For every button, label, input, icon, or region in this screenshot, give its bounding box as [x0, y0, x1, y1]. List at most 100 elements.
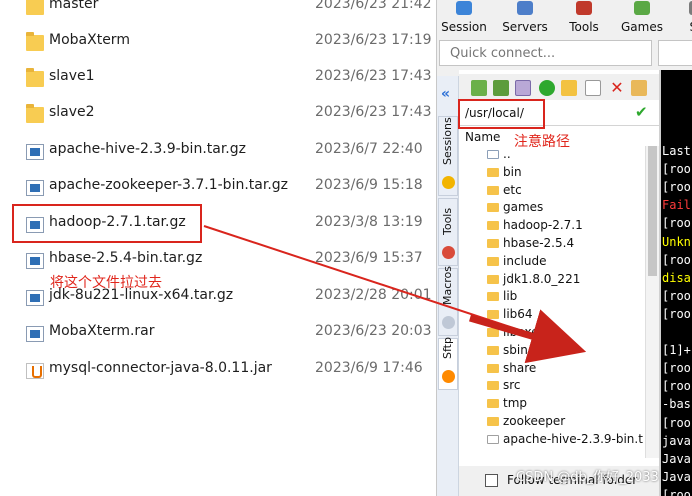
folder-icon	[487, 239, 499, 248]
scrollbar-thumb[interactable]	[648, 146, 657, 276]
name-column-header[interactable]: Name	[465, 130, 500, 144]
menu-label: Servers	[502, 20, 548, 34]
tab-sessions[interactable]: Sessions	[438, 116, 458, 196]
file-row[interactable]: apache-zookeeper-3.7.1-bin.tar.gz 2023/6/…	[0, 170, 436, 206]
remote-item-name: hbase-2.5.4	[503, 236, 575, 250]
terminal-line: [roo	[662, 306, 691, 321]
file-date: 2023/6/23 21:42	[315, 0, 432, 12]
remote-item-name: tmp	[503, 396, 528, 411]
folder-icon	[487, 167, 499, 177]
menu-bar: Session Servers Tools Games Se	[437, 0, 692, 38]
file-date: 2023/6/23 17:43	[315, 68, 432, 84]
terminal-line: Last	[662, 144, 691, 158]
terminal-divider[interactable]	[659, 70, 661, 496]
folder-icon	[26, 104, 44, 123]
sftp-scrollbar[interactable]	[645, 146, 659, 458]
folder-icon	[26, 68, 44, 87]
file-date: 2023/6/7 22:40	[315, 141, 423, 157]
hadoop-highlight-box	[12, 204, 202, 243]
macros-icon	[442, 316, 455, 329]
tab-sftp[interactable]: Sftp	[438, 337, 458, 390]
menu-session[interactable]: Session	[436, 0, 492, 38]
jar-icon	[26, 363, 44, 379]
remote-item-name: apache-hive-2.3.9-bin.tar.	[503, 431, 643, 446]
menu-label: Tools	[569, 20, 599, 34]
tab-macros[interactable]: Macros	[438, 265, 458, 336]
path-confirm-icon[interactable]: ✔	[635, 103, 648, 121]
file-name: apache-zookeeper-3.7.1-bin.tar.gz	[49, 177, 289, 193]
folder-icon	[487, 328, 499, 337]
vertical-tab-strip: « Sessions Tools Macros Sftp	[437, 76, 459, 496]
file-row[interactable]: slave1 2023/6/23 17:43	[0, 61, 436, 97]
folder-icon	[487, 417, 499, 426]
file-row[interactable]: slave2 2023/6/23 17:43	[0, 97, 436, 133]
remote-item-name: include	[503, 253, 547, 268]
remote-item-name: share	[503, 360, 537, 375]
remote-item-name: jdk1.8.0_221	[503, 271, 581, 286]
file-date: 2023/6/9 15:18	[315, 177, 423, 193]
terminal-line: [roo	[662, 361, 691, 376]
folder-icon	[487, 310, 499, 320]
terminal-line: disa	[662, 270, 691, 285]
file-name: mysql-connector-java-8.0.11.jar	[49, 360, 272, 376]
archive-icon	[26, 253, 44, 269]
remote-item-name: zookeeper	[503, 414, 566, 428]
file-row[interactable]: mysql-connector-java-8.0.11.jar 2023/6/9 …	[0, 353, 436, 389]
folder-icon	[487, 292, 499, 302]
menu-label: Games	[621, 20, 663, 34]
file-date: 2023/6/23 20:03	[315, 323, 432, 339]
tools-icon	[442, 246, 455, 259]
file-row[interactable]: MobaXterm.rar 2023/6/23 20:03	[0, 316, 436, 352]
tab-label: Tools	[441, 207, 454, 235]
terminal-line: [roo	[662, 180, 691, 195]
new-file-icon[interactable]	[585, 80, 601, 96]
upload-icon[interactable]	[471, 80, 487, 96]
folder-icon	[487, 381, 499, 391]
servers-icon	[517, 1, 533, 15]
menu-label: Session	[441, 20, 487, 34]
file-row[interactable]: MobaXterm 2023/6/23 17:19	[0, 25, 436, 61]
file-name: master	[49, 0, 99, 12]
menu-games[interactable]: Games	[614, 0, 670, 38]
refresh-icon[interactable]	[539, 80, 555, 96]
terminal-line: [roo	[662, 379, 691, 394]
file-name: slave1	[49, 68, 95, 84]
collapse-sidebar-icon[interactable]: «	[441, 86, 450, 102]
archive-icon	[26, 290, 44, 306]
terminal-line: [1]+	[662, 343, 691, 358]
menu-se[interactable]: Se	[669, 0, 692, 38]
terminal-line: java	[662, 433, 691, 448]
folder-icon	[487, 363, 499, 373]
tab-label: Sessions	[441, 117, 454, 165]
follow-terminal-checkbox[interactable]	[485, 474, 498, 487]
remote-item-name: hadoop-2.7.1	[503, 218, 583, 233]
file-name: hbase-2.5.4-bin.tar.gz	[49, 250, 203, 266]
menu-tools[interactable]: Tools	[556, 0, 612, 38]
remote-file-list: .. bin etc games hadoop-2.7.1 hbase-2.5.4 incl…	[459, 146, 643, 458]
terminal-panel[interactable]: Last [roo [roo Fail [roo Unkn [roo disa [roo [roo…	[659, 70, 692, 496]
tab-label: Macros	[441, 265, 454, 305]
delete-icon[interactable]: ✕	[609, 80, 625, 96]
sftp-toolbar: ✕	[459, 74, 659, 102]
archive-icon	[26, 144, 44, 160]
tab-tools[interactable]: Tools	[438, 198, 458, 266]
file-date: 2023/6/23 17:43	[315, 104, 432, 120]
terminal-line: [roo	[662, 487, 691, 496]
file-row[interactable]: master 2023/6/23 21:42	[0, 0, 436, 25]
new-folder-icon[interactable]	[561, 80, 577, 96]
terminal-line: Fail	[662, 198, 691, 213]
remote-item-name: src	[503, 378, 521, 393]
quick-connect-input[interactable]	[439, 40, 652, 66]
tab-label: Sftp	[441, 337, 454, 359]
file-row[interactable]: apache-hive-2.3.9-bin.tar.gz 2023/6/7 22:…	[0, 134, 436, 170]
remote-item-name: bin	[503, 164, 522, 179]
download-icon[interactable]	[493, 80, 509, 96]
terminal-line: [roo	[662, 288, 691, 303]
more-icon[interactable]	[631, 80, 647, 96]
terminal-line: Java	[662, 451, 691, 466]
file-date: 2023/6/23 17:19	[315, 32, 432, 48]
menu-servers[interactable]: Servers	[497, 0, 553, 38]
home-icon[interactable]	[515, 80, 531, 96]
session-icon	[456, 1, 472, 15]
drag-annotation: 将这个文件拉过去	[50, 275, 162, 291]
